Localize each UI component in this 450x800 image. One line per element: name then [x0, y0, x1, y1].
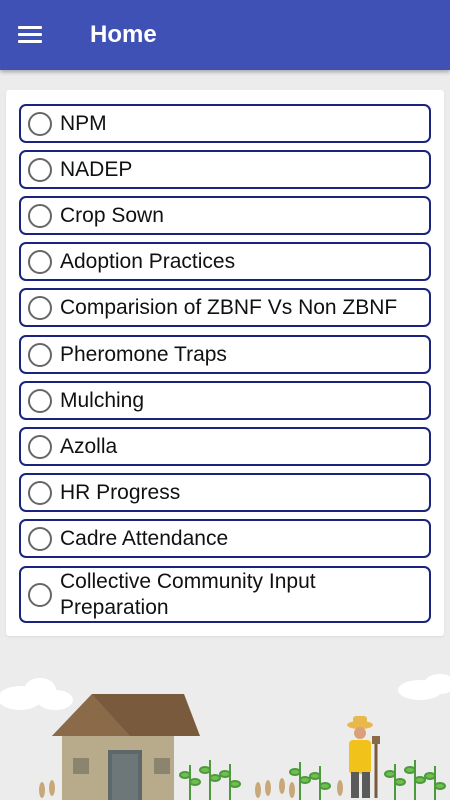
radio-button-icon[interactable]	[28, 526, 52, 551]
radio-button-icon[interactable]	[28, 203, 52, 228]
radio-button-icon[interactable]	[28, 295, 52, 320]
option-comparision-zbnf[interactable]: Comparision of ZBNF Vs Non ZBNF	[19, 288, 431, 327]
option-adoption-practices[interactable]: Adoption Practices	[19, 242, 431, 281]
radio-button-icon[interactable]	[28, 388, 52, 413]
radio-button-icon[interactable]	[28, 342, 52, 367]
option-npm[interactable]: NPM	[19, 104, 431, 143]
option-label: NADEP	[60, 157, 133, 181]
option-collective-community-input[interactable]: Collective Community Input Preparation	[19, 566, 431, 623]
option-nadep[interactable]: NADEP	[19, 150, 431, 189]
option-label: Azolla	[60, 434, 118, 458]
farmer-icon	[347, 716, 380, 798]
farm-scene-image	[0, 674, 450, 800]
option-label: Crop Sown	[60, 203, 164, 227]
option-crop-sown[interactable]: Crop Sown	[19, 196, 431, 235]
option-label: NPM	[60, 111, 107, 135]
hamburger-menu-icon	[18, 26, 42, 44]
option-cadre-attendance[interactable]: Cadre Attendance	[19, 519, 431, 558]
radio-button-icon[interactable]	[28, 582, 52, 607]
radio-button-icon[interactable]	[28, 157, 52, 182]
option-hr-progress[interactable]: HR Progress	[19, 473, 431, 512]
radio-button-icon[interactable]	[28, 111, 52, 136]
cloud-icon	[0, 674, 450, 710]
option-label: Comparision of ZBNF Vs Non ZBNF	[60, 295, 398, 319]
radio-button-icon[interactable]	[28, 434, 52, 459]
radio-button-icon[interactable]	[28, 249, 52, 274]
option-label: Mulching	[60, 388, 145, 412]
page-title: Home	[90, 21, 157, 48]
app-bar: Home	[0, 0, 450, 70]
farm-illustration	[0, 640, 450, 800]
crop-plants-icon	[179, 760, 446, 800]
option-label: Adoption Practices	[60, 249, 236, 273]
option-label: Collective Community Input Preparation	[60, 569, 316, 619]
option-label: Cadre Attendance	[60, 526, 229, 550]
options-card: NPM NADEP Crop Sown Adoption Practices C…	[6, 90, 444, 636]
menu-button[interactable]	[0, 0, 60, 70]
option-azolla[interactable]: Azolla	[19, 427, 431, 466]
house-icon	[52, 694, 200, 800]
option-pheromone-traps[interactable]: Pheromone Traps	[19, 335, 431, 374]
radio-button-icon[interactable]	[28, 480, 52, 505]
option-mulching[interactable]: Mulching	[19, 381, 431, 420]
option-label: HR Progress	[60, 480, 181, 504]
option-label: Pheromone Traps	[60, 342, 227, 366]
